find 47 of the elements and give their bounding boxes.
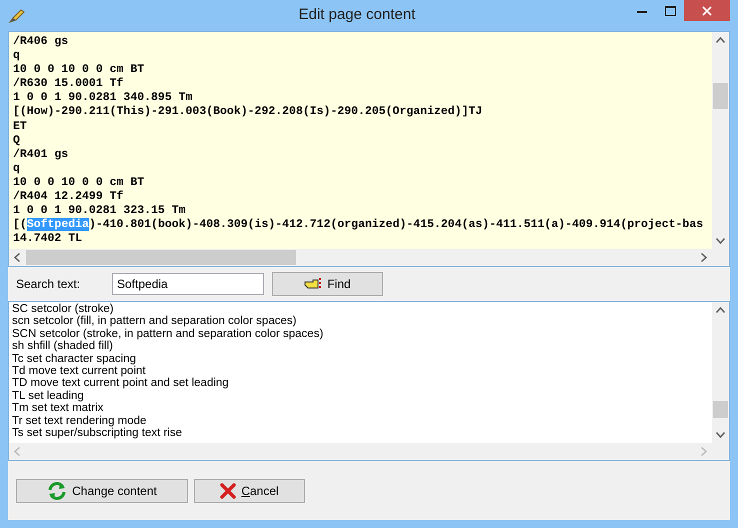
scroll-thumb[interactable] xyxy=(713,401,728,418)
vertical-scrollbar[interactable] xyxy=(712,302,729,443)
maximize-icon xyxy=(664,6,676,16)
operator-list[interactable] xyxy=(8,301,730,461)
horizontal-scrollbar[interactable] xyxy=(9,249,712,266)
code-line: Q xyxy=(13,134,20,148)
code-line: ET xyxy=(13,120,27,134)
search-label: Search text: xyxy=(16,276,82,293)
scroll-thumb[interactable] xyxy=(26,250,296,265)
code-line: 1 0 0 1 90.0281 323.15 Tm xyxy=(13,204,186,218)
code-line: /R406 gs xyxy=(13,35,68,50)
scroll-thumb[interactable] xyxy=(713,82,728,108)
list-item[interactable]: sh shfill (shaded fill) xyxy=(12,340,113,353)
list-item[interactable]: SC setcolor (stroke) xyxy=(12,303,114,316)
code-line: /R404 12.2499 Tf xyxy=(13,190,124,204)
code-line: /R401 gs xyxy=(13,148,68,162)
code-line: q xyxy=(13,49,20,64)
search-field[interactable]: Softpedia xyxy=(112,273,264,295)
list-item[interactable]: Ts set super/subscripting text rise xyxy=(12,427,182,440)
close-button[interactable] xyxy=(684,0,730,21)
change-content-button[interactable]: Change content xyxy=(16,478,188,502)
vertical-scrollbar[interactable] xyxy=(712,32,729,249)
list-item[interactable]: TD move text current point and set leading xyxy=(12,377,229,390)
code-line: q xyxy=(13,162,20,176)
code-line: [(How)-290.211(This)-291.003(Book)-292.208(Is)-290.205(Organized)]TJ xyxy=(13,105,482,120)
list-item[interactable]: SCN setcolor (stroke, in pattern and separation color spaces) xyxy=(12,328,324,340)
cross-icon xyxy=(220,482,236,498)
pen-icon xyxy=(8,8,26,24)
close-icon xyxy=(702,6,712,16)
pointing-hand-icon xyxy=(304,277,322,291)
cancel-button[interactable]: Cancel xyxy=(194,478,305,502)
code-line: 10 0 0 10 0 0 cm BT xyxy=(13,176,144,190)
code-line: 10 0 0 10 0 0 cm BT xyxy=(13,63,144,78)
find-button[interactable]: Find xyxy=(272,272,383,296)
code-line: 1 0 0 1 90.0281 340.895 Tm xyxy=(13,91,192,106)
list-item[interactable]: TL set leading xyxy=(12,390,84,402)
list-item[interactable]: Td move text current point xyxy=(12,365,146,378)
list-item[interactable]: Tc set character spacing xyxy=(12,352,136,366)
code-line: /R630 15.0001 Tf xyxy=(13,77,124,92)
code-line: [(Softpedia)-410.801(book)-408.309(is)-412.712(organized)-415.204(as)-411.511(a)-409.914(project-bas xyxy=(13,218,704,232)
list-item[interactable]: scn setcolor (fill, in pattern and separation color spaces) xyxy=(12,315,296,328)
list-item[interactable]: Tm set text matrix xyxy=(12,402,104,415)
code-line: 14.7402 TL xyxy=(13,232,82,246)
content-editor[interactable] xyxy=(8,31,730,267)
list-item[interactable]: Tr set text rendering mode xyxy=(12,414,146,428)
window-title: Edit page content xyxy=(298,5,416,26)
refresh-arrows-icon xyxy=(47,480,68,500)
